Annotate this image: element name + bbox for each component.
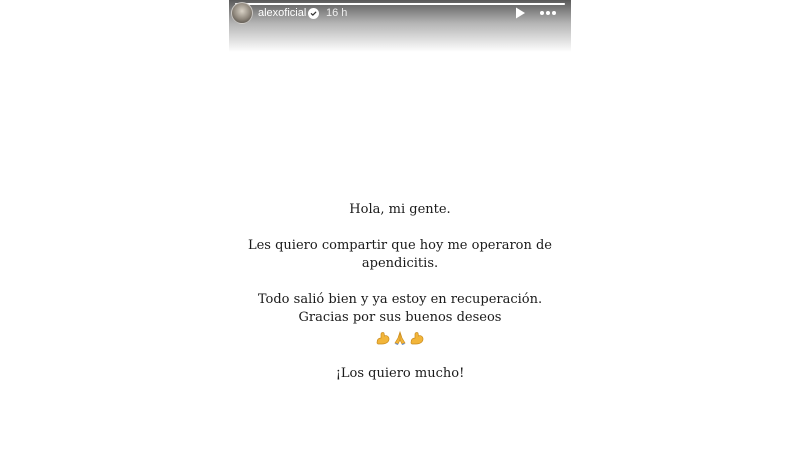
story-header: alexoficial 16 h: [229, 0, 571, 52]
story-viewer[interactable]: alexoficial 16 h Hola, mi gente. Les qui…: [229, 0, 571, 450]
message-line-2: apendicitis.: [361, 256, 439, 271]
username-link[interactable]: alexoficial: [258, 7, 306, 19]
folded-hands-icon: [394, 330, 406, 346]
greeting-text: Hola, mi gente.: [349, 202, 451, 217]
message-line-4: Gracias por sus buenos deseos: [298, 310, 502, 325]
story-progress-bar: [235, 3, 565, 5]
story-text: Hola, mi gente. Les quiero compartir que…: [229, 201, 571, 383]
play-icon[interactable]: [513, 6, 527, 20]
verified-badge-icon: [308, 8, 319, 19]
story-timestamp: 16 h: [326, 7, 348, 19]
page: alexoficial 16 h Hola, mi gente. Les qui…: [0, 0, 800, 450]
profile-avatar[interactable]: [231, 2, 253, 24]
closing-text: ¡Los quiero mucho!: [335, 366, 465, 381]
emoji-row: [229, 329, 571, 347]
flexed-biceps-icon: [410, 332, 424, 345]
story-progress-fill: [235, 3, 565, 5]
more-options-icon[interactable]: [539, 6, 557, 20]
flexed-biceps-icon: [376, 332, 390, 345]
message-line-1: Les quiero compartir que hoy me operaron…: [247, 238, 552, 253]
message-line-3: Todo salió bien y ya estoy en recuperaci…: [257, 292, 543, 307]
